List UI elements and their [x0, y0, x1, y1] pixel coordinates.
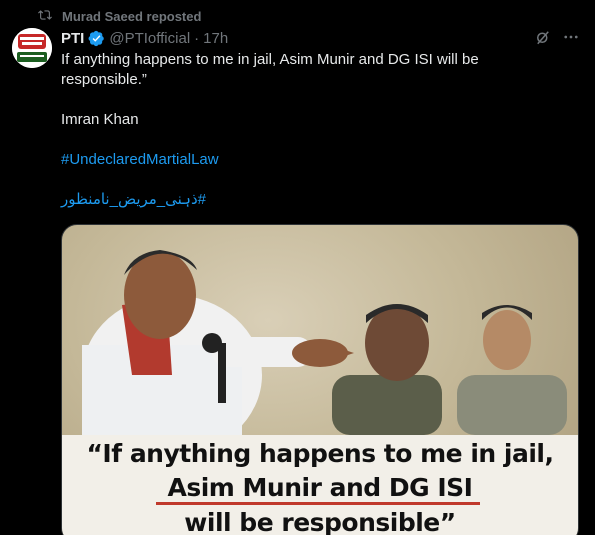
image-quote-line: “If anything happens to me in jail, [86, 439, 554, 468]
post-image[interactable]: “If anything happens to me in jail, Asim… [61, 224, 579, 535]
more-icon [562, 28, 580, 51]
more-options-button[interactable] [560, 28, 582, 50]
hashtag-link[interactable]: #ذہنی_مریض_نامنظور [61, 191, 206, 208]
quote-underline [156, 502, 480, 505]
repost-label: Murad Saeed reposted [62, 8, 202, 24]
author-handle[interactable]: @PTIofficial [109, 30, 190, 47]
author-name[interactable]: PTI [61, 30, 84, 47]
post-header: PTI @PTIofficial · 17h [61, 28, 228, 48]
post-quote: If anything happens to me in jail, Asim … [61, 51, 479, 88]
post-text: If anything happens to me in jail, Asim … [61, 50, 541, 210]
image-quote-line: will be responsible” [184, 508, 456, 535]
verified-badge-icon[interactable] [88, 30, 105, 47]
grok-button[interactable] [532, 28, 554, 50]
author-avatar[interactable] [12, 28, 52, 68]
repost-icon [38, 8, 52, 25]
post-timestamp[interactable]: 17h [203, 30, 228, 47]
image-quote-line: Asim Munir and DG ISI [167, 473, 473, 502]
repost-indicator[interactable]: Murad Saeed reposted [38, 7, 201, 25]
grok-icon [534, 28, 552, 51]
post-attribution: Imran Khan [61, 111, 139, 128]
hashtag-link[interactable]: #UndeclaredMartialLaw [61, 151, 219, 168]
separator-dot: · [194, 29, 200, 47]
